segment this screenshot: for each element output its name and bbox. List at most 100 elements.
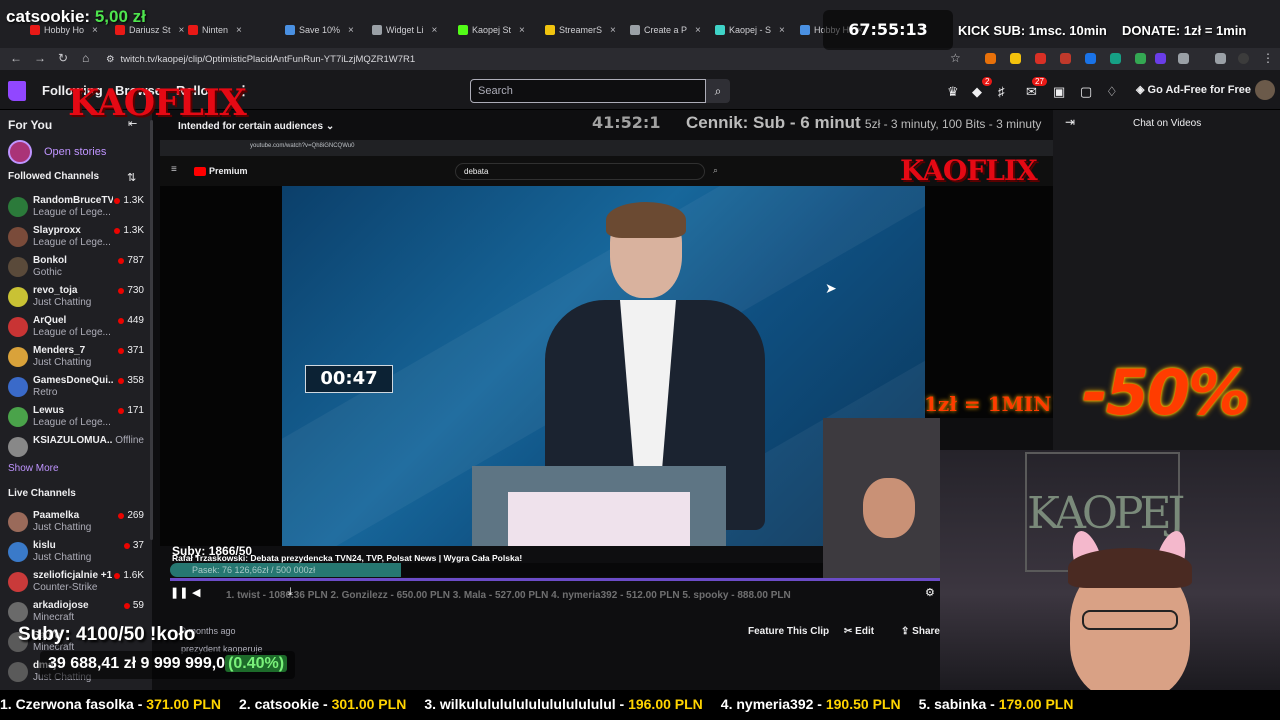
- sidebar-channel[interactable]: GamesDoneQui... Retro 358: [8, 375, 144, 401]
- browser-tab[interactable]: Kaopej - S ×: [715, 20, 785, 40]
- sidebar-channel[interactable]: Menders_7 Just Chatting 371: [8, 345, 144, 371]
- settings-icon[interactable]: ⚙: [925, 586, 935, 599]
- secondary-webcam: [823, 418, 940, 578]
- viewer-count-value: 730: [127, 285, 144, 296]
- show-more-link[interactable]: Show More: [8, 463, 59, 474]
- browser-menu-icon[interactable]: ⋮: [1262, 51, 1274, 65]
- collapse-chat-icon[interactable]: ⇥: [1065, 115, 1075, 129]
- extension-icon[interactable]: [1110, 53, 1121, 64]
- sidebar-channel[interactable]: szelioficjalnie +1 Counter-Strike 1.6K: [8, 570, 144, 596]
- close-tab-icon[interactable]: ×: [610, 25, 616, 36]
- ticker-donor-name: 5. sabinka -: [918, 696, 999, 712]
- extension-icon[interactable]: [1060, 53, 1071, 64]
- user-avatar[interactable]: [1255, 80, 1275, 100]
- extension-icon[interactable]: [1085, 53, 1096, 64]
- forward-icon[interactable]: →: [34, 51, 46, 65]
- extensions-puzzle-icon[interactable]: [1178, 53, 1189, 64]
- clip-progress-bar[interactable]: [170, 578, 940, 581]
- live-dot-icon: [114, 227, 121, 234]
- donor-ticker: 1. Czerwona fasolka - 371.00 PLN 2. catso…: [0, 690, 1280, 720]
- channel-avatar: [8, 227, 28, 247]
- channel-name: KSIAZULOMUA...: [33, 435, 113, 446]
- bits-icon[interactable]: ◆: [972, 84, 982, 100]
- whispers-icon[interactable]: ▢: [1080, 84, 1092, 100]
- share-button[interactable]: ⇪ Share: [901, 626, 940, 637]
- ticker-donor-name: 4. nymeria392 -: [720, 696, 826, 712]
- channel-avatar: [8, 287, 28, 307]
- channel-game: Just Chatting: [33, 522, 92, 533]
- streamer-hair: [1068, 548, 1192, 588]
- reload-icon[interactable]: ↻: [58, 51, 68, 65]
- extension-icon[interactable]: [1010, 53, 1021, 64]
- pulse-icon[interactable]: ♯: [998, 84, 1005, 99]
- search-input[interactable]: Search: [470, 79, 706, 103]
- back-icon[interactable]: ←: [10, 51, 22, 65]
- reading-list-icon[interactable]: [1215, 53, 1226, 64]
- sidebar-channel[interactable]: Bonkol Gothic 787: [8, 255, 144, 281]
- close-tab-icon[interactable]: ×: [432, 25, 438, 36]
- edit-button[interactable]: ✂ Edit: [844, 626, 874, 637]
- volume-icon[interactable]: ◀: [192, 586, 200, 599]
- browser-tab[interactable]: Kaopej St ×: [458, 20, 525, 40]
- prime-icon[interactable]: ♛: [947, 84, 959, 100]
- browser-tab[interactable]: Save 10% ×: [285, 20, 354, 40]
- sort-icon[interactable]: ⇅: [127, 171, 136, 184]
- sidebar-channel[interactable]: Slayproxx League of Lege... 1.3K: [8, 225, 144, 251]
- url-field[interactable]: ⚙ twitch.tv/kaopej/clip/OptimisticPlacid…: [106, 51, 926, 67]
- extension-icon[interactable]: [985, 53, 996, 64]
- feature-clip-button[interactable]: Feature This Clip: [748, 626, 829, 637]
- twitch-logo-icon[interactable]: [8, 81, 26, 101]
- inbox-icon[interactable]: ▣: [1053, 84, 1065, 100]
- money-total: 39 688,41 zł: [48, 655, 137, 672]
- open-stories-button[interactable]: Open stories: [8, 140, 106, 164]
- viewer-count: 730: [118, 285, 144, 296]
- extension-icon[interactable]: [1135, 53, 1146, 64]
- close-tab-icon[interactable]: ×: [348, 25, 354, 36]
- search-icon[interactable]: ⌕: [706, 79, 730, 103]
- channel-name: arkadiojose: [33, 600, 89, 611]
- sidebar-channel[interactable]: revo_toja Just Chatting 730: [8, 285, 144, 311]
- profile-icon[interactable]: [1238, 53, 1249, 64]
- viewer-count: 449: [118, 315, 144, 326]
- viewer-count-value: 171: [127, 405, 144, 416]
- channel-game: League of Lege...: [33, 237, 111, 248]
- browser-tab[interactable]: StreamerS ×: [545, 20, 616, 40]
- sidebar-channel[interactable]: arkadiojose Minecraft 59: [8, 600, 144, 626]
- sidebar-scrollbar[interactable]: [150, 120, 153, 540]
- money-goal: 9 999 999,0: [140, 655, 226, 672]
- tab-label: Save 10%: [299, 25, 341, 35]
- close-tab-icon[interactable]: ×: [519, 25, 525, 36]
- sidebar-channel[interactable]: Lewus League of Lege... 171: [8, 405, 144, 431]
- close-tab-icon[interactable]: ×: [779, 25, 785, 36]
- close-tab-icon[interactable]: ×: [695, 25, 701, 36]
- viewer-count: 171: [118, 405, 144, 416]
- stories-avatar: [8, 140, 32, 164]
- ad-free-label: Go Ad-Free for Free: [1147, 84, 1252, 96]
- sidebar-channel[interactable]: kislu Just Chatting 37: [8, 540, 144, 566]
- browser-tab[interactable]: Create a P ×: [630, 20, 701, 40]
- sidebar-channel[interactable]: ArQuel League of Lege... 449: [8, 315, 144, 341]
- for-you-heading: For You: [8, 118, 53, 132]
- notifications-icon[interactable]: ✉: [1026, 84, 1037, 100]
- extension-icon[interactable]: [1035, 53, 1046, 64]
- latest-donation-overlay: catsookie: 5,00 zł: [6, 7, 146, 27]
- sidebar-channel[interactable]: Paamelka Just Chatting 269: [8, 510, 144, 536]
- video-letterbox-left: [160, 186, 282, 546]
- home-icon[interactable]: ⌂: [82, 51, 89, 65]
- sidebar-channel[interactable]: RandomBruceTV League of Lege... 1.3K: [8, 195, 144, 221]
- close-tab-icon[interactable]: ×: [179, 25, 185, 36]
- site-info-icon[interactable]: ⚙: [106, 54, 115, 65]
- ticker-donor-name: 3. wilkulululululululululululul -: [424, 696, 629, 712]
- crown-icon[interactable]: ♢: [1106, 84, 1118, 100]
- browser-tab[interactable]: Widget Li ×: [372, 20, 437, 40]
- close-tab-icon[interactable]: ×: [236, 25, 242, 36]
- pause-icon[interactable]: ❚❚: [170, 586, 188, 599]
- ad-free-button[interactable]: ◈ Go Ad-Free for Free: [1136, 83, 1251, 96]
- ticker-donor-amount: 301.00 PLN: [331, 696, 407, 712]
- viewer-count-value: 1.6K: [123, 570, 144, 581]
- sidebar-channel[interactable]: KSIAZULOMUA... Offline: [8, 435, 144, 461]
- bookmark-star-icon[interactable]: ☆: [950, 51, 961, 65]
- browser-tab[interactable]: Ninten ×: [188, 20, 242, 40]
- extension-icon[interactable]: [1155, 53, 1166, 64]
- money-goal-overlay: 39 688,41 zł 9 999 999,0 (0.40%): [40, 651, 296, 679]
